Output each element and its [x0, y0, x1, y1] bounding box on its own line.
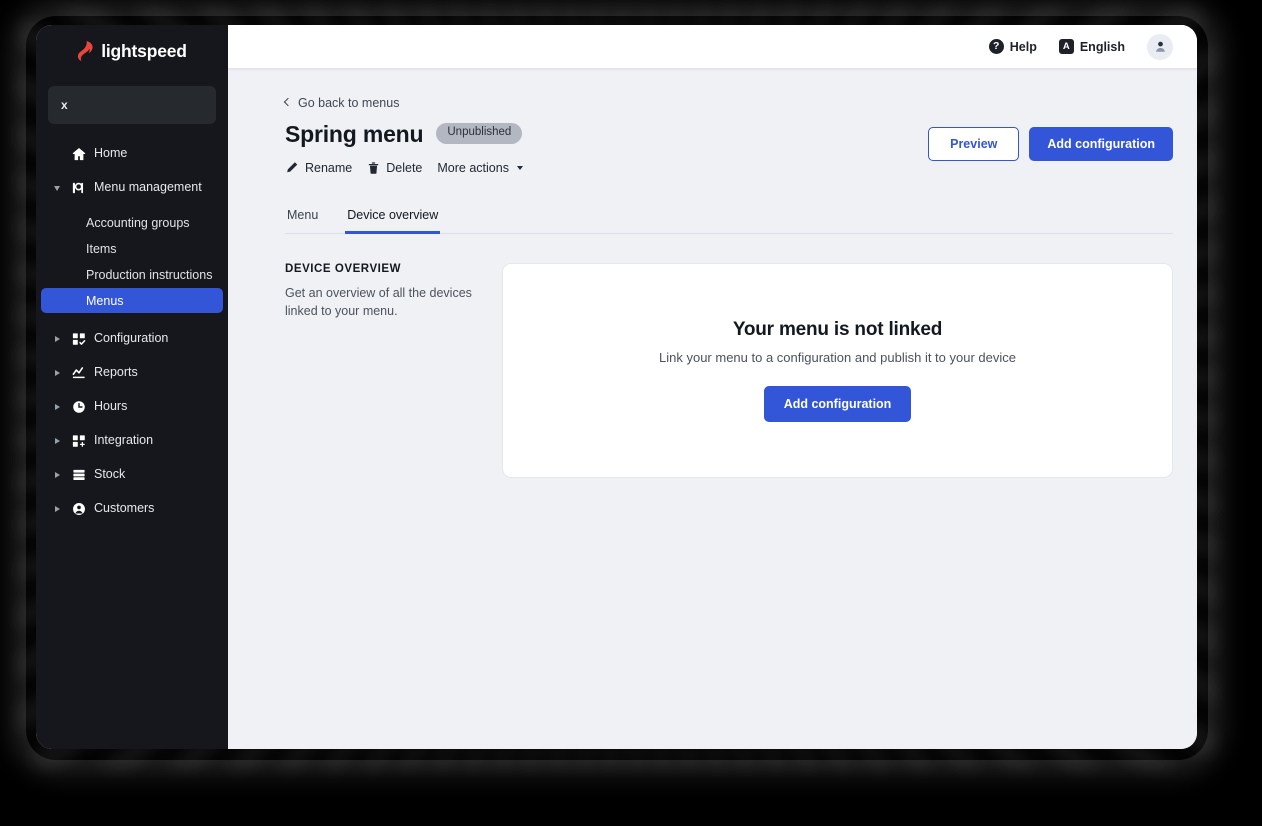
- main-area: ? Help A English Go back to menus Spring…: [228, 25, 1197, 749]
- home-icon: [71, 147, 86, 162]
- screen-backdrop: lightspeed x Home Menu management Accoun…: [0, 0, 1262, 826]
- delete-button[interactable]: Delete: [367, 161, 422, 175]
- search-input-value: x: [61, 98, 68, 112]
- sidebar-item-integration[interactable]: Integration: [36, 427, 228, 455]
- help-button[interactable]: ? Help: [988, 39, 1037, 54]
- stock-icon: [71, 468, 86, 483]
- empty-state-add-configuration-button[interactable]: Add configuration: [763, 385, 912, 423]
- question-mark-icon: ?: [988, 39, 1004, 54]
- translate-icon: A: [1058, 39, 1074, 54]
- more-actions-button[interactable]: More actions: [437, 161, 523, 175]
- header-buttons: Preview Add configuration: [928, 121, 1173, 161]
- title-line: Spring menu Unpublished: [285, 121, 523, 147]
- empty-state-subtitle: Link your menu to a configuration and pu…: [659, 349, 1016, 365]
- sidebar-item-reports[interactable]: Reports: [36, 359, 228, 387]
- sidebar-subitem-label: Items: [86, 241, 117, 256]
- back-link-label: Go back to menus: [298, 95, 400, 110]
- sidebar-submenu: Accounting groups Items Production instr…: [36, 210, 228, 313]
- rename-label: Rename: [305, 160, 353, 175]
- customers-icon: [71, 502, 86, 517]
- help-label: Help: [1009, 39, 1037, 54]
- empty-state-title: Your menu is not linked: [732, 318, 943, 340]
- sidebar-item-label: Configuration: [94, 331, 169, 346]
- sidebar-item-label: Reports: [94, 365, 138, 380]
- integration-icon: [71, 434, 86, 449]
- page-title: Spring menu: [285, 120, 424, 147]
- avatar[interactable]: [1147, 33, 1173, 60]
- sidebar-item-customers[interactable]: Customers: [36, 495, 228, 523]
- brand-logo[interactable]: lightspeed: [36, 28, 228, 74]
- rename-button[interactable]: Rename: [285, 161, 352, 175]
- pencil-icon: [287, 162, 298, 173]
- no-caret: [54, 150, 63, 159]
- sidebar-subitem-label: Production instructions: [86, 267, 213, 282]
- menu-management-icon: [71, 181, 86, 196]
- delete-label: Delete: [386, 160, 423, 175]
- chevron-right-icon: [54, 505, 63, 514]
- user-avatar-icon: [1155, 41, 1165, 52]
- sidebar-item-menu-management[interactable]: Menu management: [36, 174, 228, 202]
- sidebar-item-label: Customers: [94, 501, 155, 516]
- sidebar-item-label: Hours: [94, 399, 128, 414]
- tabs: Menu Device overview: [285, 202, 1173, 234]
- chevron-down-icon: [54, 184, 63, 193]
- chevron-right-icon: [54, 403, 63, 412]
- empty-state-card: Your menu is not linked Link your menu t…: [502, 262, 1173, 478]
- configuration-icon: [71, 332, 86, 347]
- more-actions-label: More actions: [437, 160, 509, 175]
- tab-menu[interactable]: Menu: [285, 202, 320, 234]
- language-label: English: [1079, 39, 1125, 54]
- device-overview-description: DEVICE OVERVIEW Get an overview of all t…: [285, 263, 485, 478]
- top-bar: ? Help A English: [228, 25, 1197, 68]
- chevron-down-icon: [516, 165, 523, 170]
- trash-icon: [369, 162, 379, 174]
- device-overview-panel: DEVICE OVERVIEW Get an overview of all t…: [285, 262, 1173, 478]
- search-input[interactable]: x: [48, 86, 216, 124]
- sidebar-subitem-accounting-groups[interactable]: Accounting groups: [41, 210, 223, 235]
- chevron-right-icon: [54, 437, 63, 446]
- brand-name: lightspeed: [101, 40, 187, 61]
- back-to-menus-link[interactable]: Go back to menus: [283, 95, 400, 110]
- add-configuration-button[interactable]: Add configuration: [1029, 126, 1173, 161]
- app-window: lightspeed x Home Menu management Accoun…: [36, 25, 1197, 749]
- sidebar-subitem-production-instructions[interactable]: Production instructions: [41, 262, 223, 287]
- sidebar: lightspeed x Home Menu management Accoun…: [36, 25, 228, 749]
- sidebar-item-label: Home: [94, 146, 128, 161]
- sidebar-subitem-label: Accounting groups: [86, 215, 190, 230]
- sidebar-item-stock[interactable]: Stock: [36, 461, 228, 489]
- chevron-left-icon: [283, 97, 293, 107]
- page-actions: Rename Delete More actions: [285, 161, 523, 175]
- page-header: Spring menu Unpublished Rename Delete Mo…: [285, 121, 1173, 175]
- chevron-right-icon: [54, 335, 63, 344]
- reports-icon: [71, 366, 86, 381]
- status-badge: Unpublished: [436, 123, 523, 144]
- sidebar-item-label: Integration: [94, 433, 154, 448]
- chevron-right-icon: [54, 369, 63, 378]
- sidebar-nav: Home Menu management Accounting groups I…: [36, 140, 228, 523]
- language-selector[interactable]: A English: [1058, 39, 1125, 54]
- sidebar-item-configuration[interactable]: Configuration: [36, 325, 228, 353]
- sidebar-item-hours[interactable]: Hours: [36, 393, 228, 421]
- preview-button[interactable]: Preview: [928, 126, 1020, 161]
- sidebar-item-home[interactable]: Home: [36, 140, 228, 168]
- tab-device-overview[interactable]: Device overview: [345, 202, 441, 234]
- section-title: DEVICE OVERVIEW: [285, 262, 402, 275]
- sidebar-subitem-items[interactable]: Items: [41, 236, 223, 261]
- page-content: Go back to menus Spring menu Unpublished: [228, 68, 1197, 749]
- sidebar-subitem-label: Menus: [86, 293, 124, 308]
- section-description: Get an overview of all the devices linke…: [285, 285, 472, 319]
- flame-icon: [77, 41, 94, 61]
- chevron-right-icon: [54, 471, 63, 480]
- page-header-left: Spring menu Unpublished Rename Delete Mo…: [285, 121, 523, 175]
- sidebar-item-label: Stock: [94, 467, 126, 482]
- sidebar-item-label: Menu management: [94, 180, 202, 195]
- sidebar-subitem-menus[interactable]: Menus: [41, 288, 223, 313]
- clock-icon: [71, 400, 86, 415]
